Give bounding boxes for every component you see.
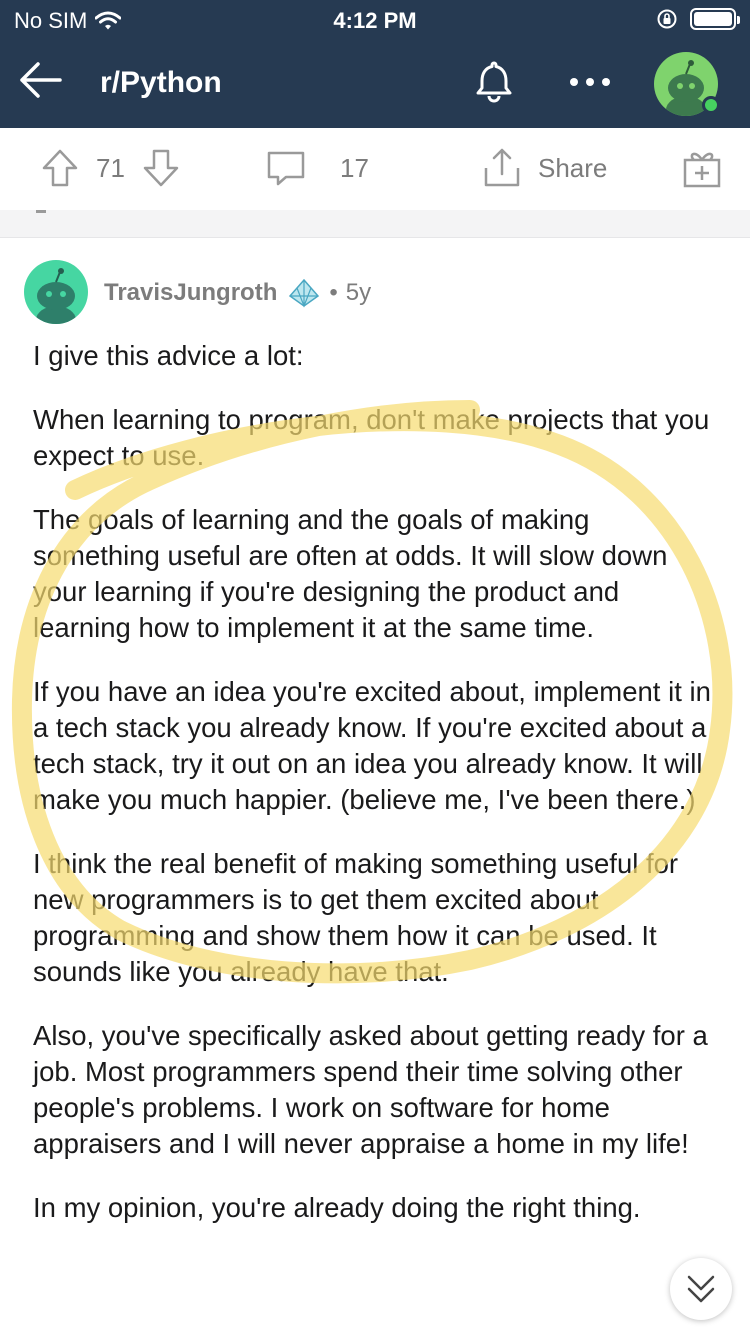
comment-paragraph: In my opinion, you're already doing the … xyxy=(33,1192,641,1223)
user-avatar-button[interactable] xyxy=(654,52,720,116)
comment-paragraph: Also, you've specifically asked about ge… xyxy=(33,1020,708,1159)
comment-body: I give this advice a lot: When learning … xyxy=(33,338,723,1254)
comment-meta: TravisJungroth • 5y xyxy=(104,278,371,308)
subreddit-title[interactable]: r/Python xyxy=(100,66,222,100)
meta-separator: • xyxy=(329,279,338,306)
double-chevron-down-icon xyxy=(687,1275,715,1303)
downvote-icon[interactable] xyxy=(139,146,183,190)
status-right xyxy=(656,8,740,30)
comment-count: 17 xyxy=(340,152,369,183)
vote-group: 71 xyxy=(38,146,183,190)
comment: TravisJungroth • 5y I give this advice a… xyxy=(0,238,750,1334)
divider-dash xyxy=(36,210,46,213)
crystal-award-icon xyxy=(289,278,320,308)
nav-bar: r/Python xyxy=(0,40,750,128)
back-button[interactable] xyxy=(14,54,66,106)
battery-icon xyxy=(690,8,740,30)
comment-paragraph: If you have an idea you're excited about… xyxy=(33,676,711,815)
award-button[interactable] xyxy=(680,146,724,190)
upvote-icon[interactable] xyxy=(38,146,82,190)
section-divider xyxy=(0,210,750,238)
comment-age: 5y xyxy=(345,279,372,306)
collapse-button[interactable] xyxy=(670,1258,732,1320)
gift-icon xyxy=(683,152,721,188)
vote-count: 71 xyxy=(96,152,125,183)
snoo-avatar-icon xyxy=(36,268,76,324)
comment-paragraph: The goals of learning and the goals of m… xyxy=(33,504,668,643)
online-status-dot xyxy=(702,96,720,114)
more-icon xyxy=(570,78,610,86)
back-arrow-icon xyxy=(20,62,62,98)
comment-paragraph: When learning to program, don't make pro… xyxy=(33,404,710,471)
orientation-lock-icon xyxy=(657,9,677,29)
comment-paragraph: I give this advice a lot: xyxy=(33,340,304,371)
more-options-button[interactable] xyxy=(562,56,618,108)
comments-button[interactable]: 17 xyxy=(264,146,369,190)
app-header: No SIM 4:12 PM r/Python xyxy=(0,0,750,128)
commenter-avatar[interactable] xyxy=(24,260,88,324)
clock: 4:12 PM xyxy=(333,8,417,33)
comment-paragraph: I think the real benefit of making somet… xyxy=(33,848,679,987)
share-icon xyxy=(484,148,520,187)
post-action-bar: 71 17 Share xyxy=(0,128,750,210)
notifications-button[interactable] xyxy=(468,56,520,108)
share-button[interactable]: Share xyxy=(480,146,607,190)
comment-bubble-icon xyxy=(267,151,305,186)
status-bar: No SIM 4:12 PM xyxy=(0,0,750,40)
share-label: Share xyxy=(538,152,608,183)
comment-username[interactable]: TravisJungroth xyxy=(104,279,277,307)
bell-icon xyxy=(476,61,512,103)
